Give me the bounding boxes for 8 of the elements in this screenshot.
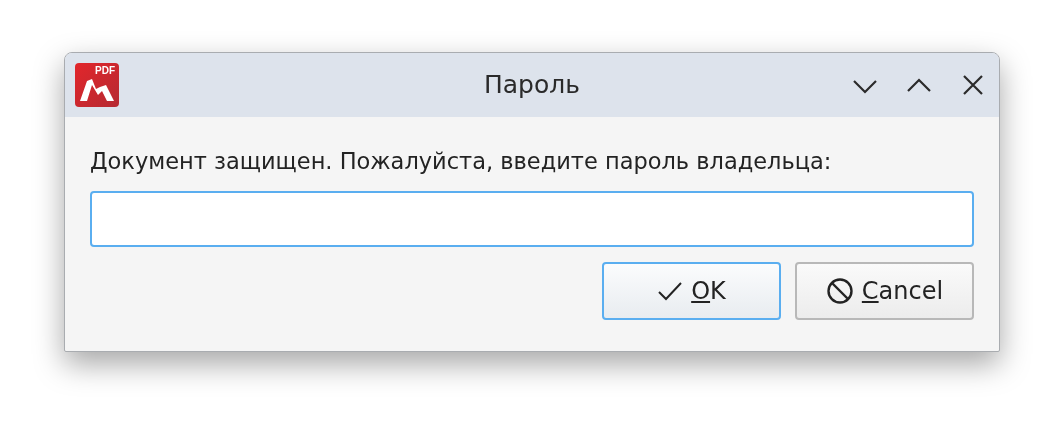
ok-button[interactable]: OK <box>602 261 781 320</box>
prohibited-icon <box>825 276 854 305</box>
cancel-button[interactable]: Cancel <box>795 261 974 320</box>
prompt-text: Документ защищен. Пожалуйста, введите пароль владельца: <box>90 147 833 176</box>
password-field[interactable] <box>90 190 974 247</box>
logo-text: PDF <box>95 65 115 76</box>
mountain-icon <box>80 77 114 101</box>
window-title: Пароль <box>484 69 580 102</box>
